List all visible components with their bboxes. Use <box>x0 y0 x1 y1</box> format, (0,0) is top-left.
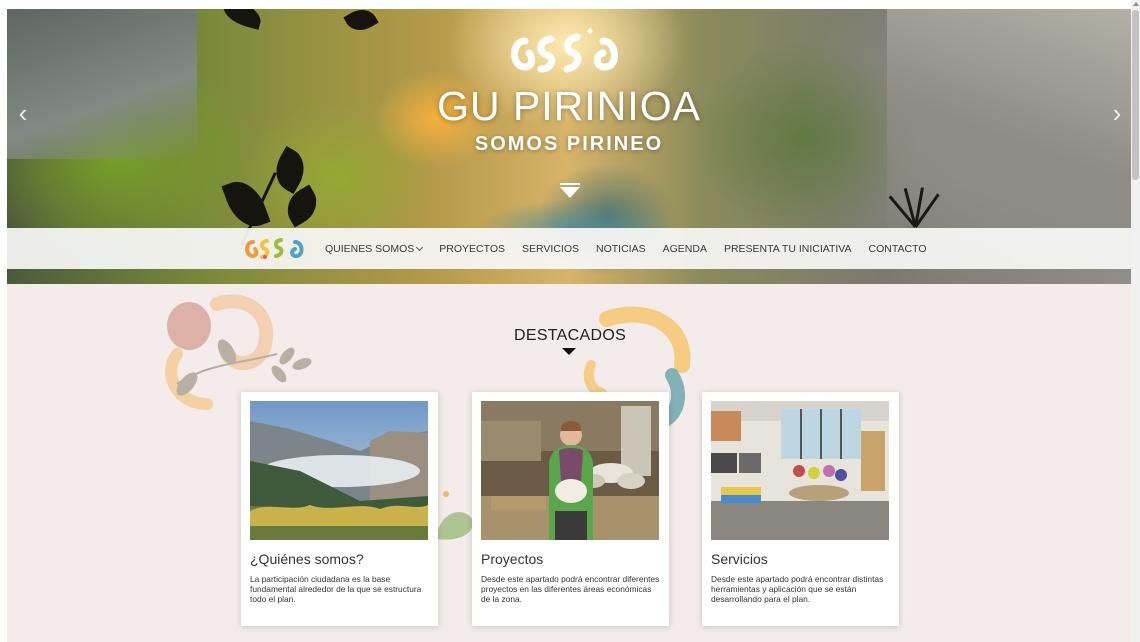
card-title: ¿Quiénes somos? <box>250 551 364 567</box>
page-scrollbar[interactable] <box>1131 0 1140 642</box>
hero-banner: GU PIRINIOA SOMOS PIRINEO ‹ › QUIENES SO… <box>7 9 1131 284</box>
farmer-photo <box>481 401 659 540</box>
hero-subtitle: SOMOS PIRINEO <box>474 133 664 155</box>
nav-item-noticias[interactable]: NOTICIAS <box>596 243 646 255</box>
nav-item-quienes-somos[interactable]: QUIENES SOMOS <box>325 242 424 255</box>
nav-item-label: CONTACTO <box>868 242 927 255</box>
nav-item-presenta-tu-iniciativa[interactable]: PRESENTA TU INICIATIVA <box>724 243 852 255</box>
section-title: DESTACADOS <box>514 327 627 344</box>
scroll-down-arrow-icon[interactable] <box>560 183 580 198</box>
nav-item-label: SERVICIOS <box>522 242 580 255</box>
nav-item-label: PRESENTA TU INICIATIVA <box>723 242 852 255</box>
nav-logo[interactable] <box>243 236 307 260</box>
leaf-silhouette <box>219 9 265 30</box>
card-title: Proyectos <box>481 551 544 567</box>
caret-down-icon <box>562 348 576 355</box>
card-description: Desde este apartado podrá encontrar dist… <box>711 574 884 604</box>
scrollbar-thumb[interactable] <box>1132 10 1139 180</box>
plant-silhouette <box>888 181 940 228</box>
nav-item-contacto[interactable]: CONTACTO <box>869 243 927 255</box>
nav-menu: QUIENES SOMOS PROYECTOS SERVICIOS NOTICI… <box>325 228 944 269</box>
hero-title: GU PIRINIOA <box>437 83 701 129</box>
slider-next-icon[interactable]: › <box>1105 97 1129 129</box>
classroom-photo <box>711 401 889 540</box>
nav-item-label: AGENDA <box>662 242 707 255</box>
decorative-leaf-small <box>437 491 473 540</box>
card-description: La participación ciudadana es la base fu… <box>250 574 422 604</box>
chevron-down-icon <box>416 243 424 251</box>
nav-item-proyectos[interactable]: PROYECTOS <box>439 243 505 255</box>
card-quienes-somos[interactable]: ¿Quiénes somos? La participación ciudada… <box>241 392 438 626</box>
leaf-silhouette <box>279 184 325 228</box>
nav-item-servicios[interactable]: SERVICIOS <box>522 243 579 255</box>
nav-item-label: NOTICIAS <box>596 242 646 255</box>
mountain-photo <box>250 401 428 540</box>
page: GU PIRINIOA SOMOS PIRINEO ‹ › QUIENES SO… <box>7 9 1131 642</box>
card-servicios[interactable]: Servicios Desde este apartado podrá enco… <box>702 392 899 626</box>
slider-prev-icon[interactable]: ‹ <box>11 97 35 129</box>
card-description: Desde este apartado podrá encontrar dife… <box>481 574 660 604</box>
nav-item-label: PROYECTOS <box>439 242 506 255</box>
scroll-up-icon[interactable] <box>1133 2 1139 6</box>
main-navigation: QUIENES SOMOS PROYECTOS SERVICIOS NOTICI… <box>7 228 1131 269</box>
gu-pirinioa-logo <box>511 28 618 73</box>
card-title: Servicios <box>711 551 768 567</box>
leaf-silhouette <box>221 174 271 234</box>
leaf-silhouette <box>343 9 379 37</box>
nav-item-agenda[interactable]: AGENDA <box>663 243 707 255</box>
nav-item-label: QUIENES SOMOS <box>325 242 415 255</box>
card-proyectos[interactable]: Proyectos Desde este apartado podrá enco… <box>472 392 669 626</box>
